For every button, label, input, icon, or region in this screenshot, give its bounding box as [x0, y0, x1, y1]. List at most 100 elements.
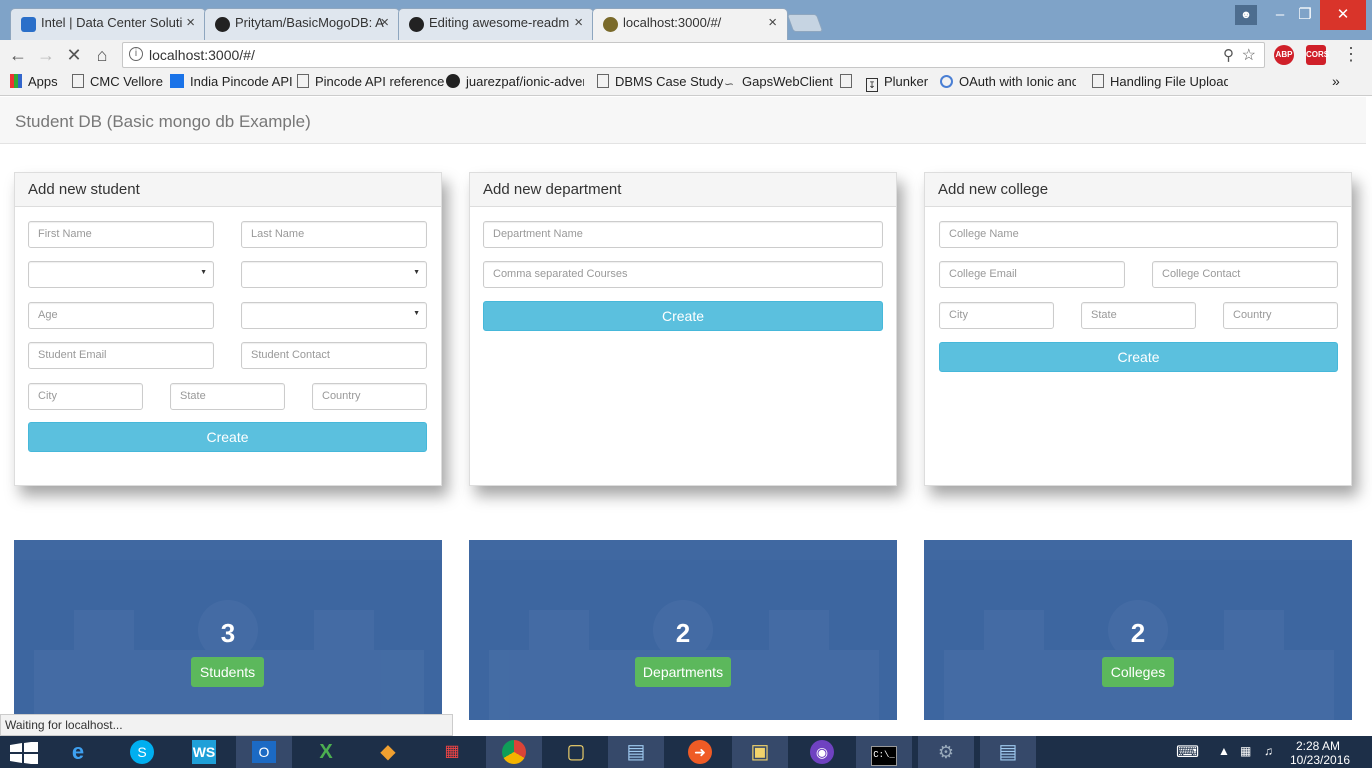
bookmark-label: Pincode API reference: [315, 74, 445, 89]
page-icon: [840, 74, 852, 88]
new-tab-button[interactable]: [786, 14, 824, 32]
student-country-input[interactable]: Country: [312, 383, 427, 410]
college-name-input[interactable]: College Name: [939, 221, 1338, 248]
create-student-button[interactable]: Create: [28, 422, 427, 452]
browser-tab-strip: Intel | Data Center Soluti × Pritytam/Ba…: [0, 0, 1372, 40]
close-icon[interactable]: ×: [574, 14, 583, 31]
college-state-input[interactable]: State: [1081, 302, 1196, 329]
info-icon[interactable]: i: [129, 47, 143, 61]
tab-intel[interactable]: Intel | Data Center Soluti ×: [10, 8, 206, 40]
bookmark-label: CMC Vellore: [90, 74, 163, 89]
home-icon[interactable]: ⌂: [90, 43, 114, 67]
panel-heading: Add new college: [925, 173, 1351, 207]
bookmark-label: GapsWebClient: [742, 74, 833, 89]
notepad-icon[interactable]: ▤: [608, 736, 664, 768]
stop-loading-icon[interactable]: ✕: [62, 43, 86, 67]
intel-icon: [21, 17, 36, 32]
skype-icon[interactable]: S: [114, 736, 170, 768]
bookmark-plunker[interactable]: ↧ Plunker: [866, 74, 928, 92]
search-icon[interactable]: ⚲: [1223, 46, 1234, 64]
close-icon[interactable]: ×: [768, 14, 777, 31]
github-desktop-icon[interactable]: ◉: [794, 736, 850, 768]
files-icon[interactable]: ▢: [548, 736, 604, 768]
college-form-panel: Add new college College Name College Ema…: [924, 172, 1352, 486]
git-icon[interactable]: ◆: [360, 736, 416, 768]
college-city-input[interactable]: City: [939, 302, 1054, 329]
panel-heading: Add new department: [470, 173, 896, 207]
system-clock[interactable]: 2:28 AM 10/23/2016: [1290, 739, 1350, 767]
internet-explorer-icon[interactable]: e: [50, 736, 106, 768]
windows-start-icon[interactable]: [10, 742, 38, 764]
postman-icon[interactable]: ➜: [672, 736, 728, 768]
bookmark-star-icon[interactable]: ☆: [1242, 45, 1256, 65]
network-icon[interactable]: ▦: [1240, 744, 1251, 758]
bookmark-pincode-api-reference[interactable]: Pincode API reference: [297, 74, 444, 89]
students-stat-card: 3 Students: [14, 540, 442, 720]
bookmark-oauth-ionic[interactable]: OAuth with Ionic and: [940, 74, 1076, 89]
page-icon: [297, 74, 309, 88]
departments-button[interactable]: Departments: [635, 657, 731, 687]
student-select-3[interactable]: [241, 302, 427, 329]
maximize-button[interactable]: ❐: [1290, 0, 1320, 30]
create-department-button[interactable]: Create: [483, 301, 883, 331]
colleges-button[interactable]: Colleges: [1102, 657, 1174, 687]
tab-title: localhost:3000/#/: [623, 15, 722, 30]
forward-arrow-icon[interactable]: →: [34, 43, 58, 67]
close-icon[interactable]: ×: [186, 14, 195, 31]
age-input[interactable]: Age: [28, 302, 214, 329]
cors-extension-icon[interactable]: CORS: [1306, 45, 1329, 65]
chevron-right-icon[interactable]: »: [1332, 73, 1340, 89]
profile-icon[interactable]: ☻: [1235, 5, 1257, 25]
xampp-icon[interactable]: X: [298, 736, 354, 768]
tool-icon[interactable]: ⚙: [918, 736, 974, 768]
last-name-input[interactable]: Last Name: [241, 221, 427, 248]
window-close-button[interactable]: ✕: [1320, 0, 1366, 30]
bookmark-gapswebclient[interactable]: ∽ GapsWebClient: [724, 74, 833, 91]
bookmark-apps[interactable]: Apps: [10, 74, 58, 89]
chrome-icon[interactable]: [486, 736, 542, 768]
courses-input[interactable]: Comma separated Courses: [483, 261, 883, 288]
colleges-stat-card: 2 Colleges: [924, 540, 1352, 720]
github-icon: [409, 17, 424, 32]
bookmark-label: DBMS Case Study: [615, 74, 724, 89]
apps-icon[interactable]: ▦: [424, 736, 480, 768]
department-name-input[interactable]: Department Name: [483, 221, 883, 248]
bookmarks-bar: Apps CMC Vellore India Pincode API Pinco…: [0, 70, 1372, 96]
tab-localhost[interactable]: localhost:3000/#/ ×: [592, 8, 788, 40]
explorer-icon[interactable]: ▣: [732, 736, 788, 768]
tab-editing-readme[interactable]: Editing awesome-readm ×: [398, 8, 594, 40]
close-icon[interactable]: ×: [380, 14, 389, 31]
back-arrow-icon[interactable]: ←: [6, 43, 30, 67]
bookmark-cmc-vellore[interactable]: CMC Vellore: [72, 74, 163, 89]
first-name-input[interactable]: First Name: [28, 221, 214, 248]
bookmark-ionic-adventure[interactable]: juarezpaf/ionic-adven: [446, 74, 584, 89]
adblock-plus-icon[interactable]: ABP: [1274, 45, 1294, 65]
bookmark-dbms-case-study[interactable]: DBMS Case Study: [597, 74, 723, 89]
webstorm-icon[interactable]: WS: [176, 736, 232, 768]
keyboard-icon[interactable]: ⌨: [1176, 742, 1199, 762]
tab-github-basicmongodb[interactable]: Pritytam/BasicMogoDB: A ×: [204, 8, 400, 40]
app-brand[interactable]: Student DB (Basic mongo db Example): [15, 112, 311, 131]
students-button[interactable]: Students: [191, 657, 264, 687]
bookmark-handling-file-uploads[interactable]: Handling File Uploads: [1092, 74, 1228, 89]
student-select-1[interactable]: [28, 261, 214, 288]
browser-menu-icon[interactable]: ⋮: [1342, 44, 1360, 65]
outlook-icon[interactable]: O: [236, 736, 292, 768]
student-select-2[interactable]: [241, 261, 427, 288]
address-bar[interactable]: i localhost:3000/#/ ⚲ ☆: [122, 42, 1265, 68]
chevron-up-icon[interactable]: ▲: [1218, 744, 1230, 758]
bookmark-india-pincode-api[interactable]: India Pincode API: [170, 74, 293, 89]
student-city-input[interactable]: City: [28, 383, 143, 410]
speaker-icon[interactable]: ♫: [1264, 744, 1273, 758]
college-country-input[interactable]: Country: [1223, 302, 1338, 329]
college-email-input[interactable]: College Email: [939, 261, 1125, 288]
cmd-icon[interactable]: C:\_: [856, 736, 912, 768]
student-state-input[interactable]: State: [170, 383, 285, 410]
bookmark-label: OAuth with Ionic and: [959, 74, 1076, 89]
student-email-input[interactable]: Student Email: [28, 342, 214, 369]
create-college-button[interactable]: Create: [939, 342, 1338, 372]
college-contact-input[interactable]: College Contact: [1152, 261, 1338, 288]
student-contact-input[interactable]: Student Contact: [241, 342, 427, 369]
bookmark-untitled[interactable]: [840, 74, 858, 89]
notepad2-icon[interactable]: ▤: [980, 736, 1036, 768]
